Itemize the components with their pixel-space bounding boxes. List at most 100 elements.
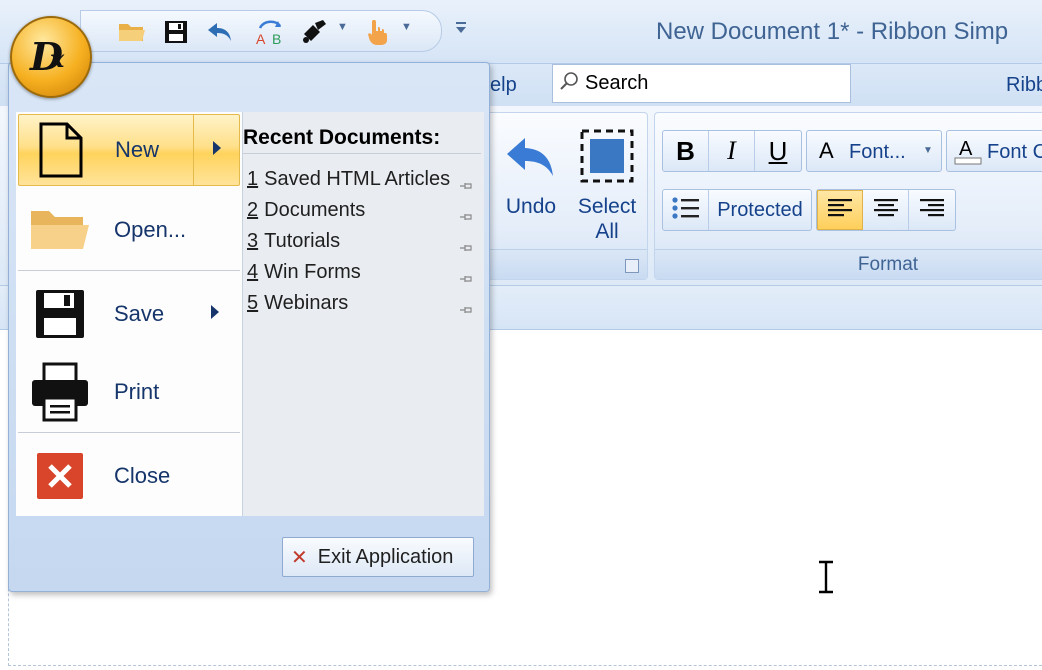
chevron-right-icon <box>212 140 222 160</box>
exit-x-icon: ✕ <box>291 546 308 569</box>
alignment-box <box>816 189 956 231</box>
application-button[interactable]: D x <box>10 16 92 98</box>
text-cursor-icon <box>816 560 836 594</box>
print-icon <box>18 362 102 422</box>
customize-qat-icon[interactable] <box>454 20 470 38</box>
font-label: Font... <box>849 141 906 163</box>
bullets-button[interactable] <box>663 190 709 230</box>
svg-text:A: A <box>959 138 973 160</box>
paint-dropdown-icon[interactable]: ▼ <box>337 21 348 33</box>
edit-group-footer <box>484 249 647 279</box>
spell-check-icon[interactable]: AB <box>253 17 289 47</box>
paint-icon[interactable] <box>299 17 329 47</box>
menu-item-new-label: New <box>115 137 160 162</box>
recent-item-name: Documents <box>264 198 366 221</box>
recent-item-number: 3 <box>247 229 259 252</box>
select-all-icon <box>572 128 642 186</box>
recent-item-number: 1 <box>247 167 259 190</box>
menu-item-save-label: Save <box>114 301 165 326</box>
italic-label: I <box>727 136 736 165</box>
touch-dropdown-icon[interactable]: ▼ <box>401 21 412 33</box>
tab-help[interactable]: elp <box>490 74 517 97</box>
save-icon <box>18 288 102 340</box>
svg-text:B: B <box>272 31 281 46</box>
font-color-label: Font C <box>987 141 1042 163</box>
search-input[interactable] <box>585 72 835 95</box>
font-style-box: B I U <box>662 130 802 172</box>
font-color-button[interactable]: A Font C <box>946 130 1042 172</box>
recent-item-number: 2 <box>247 198 259 221</box>
pin-icon[interactable] <box>459 174 473 197</box>
select-all-label-2: All <box>595 220 619 243</box>
touch-hand-icon[interactable] <box>363 17 393 47</box>
protected-label: Protected <box>717 198 803 221</box>
underline-button[interactable]: U <box>755 131 801 171</box>
align-right-button[interactable] <box>909 190 955 230</box>
save-icon[interactable] <box>161 17 191 47</box>
protected-box: Protected <box>662 189 812 231</box>
menu-item-open[interactable]: Open... <box>18 192 240 268</box>
align-center-button[interactable] <box>863 190 909 230</box>
format-group-footer: Format <box>655 249 1042 279</box>
recent-item-name: Win Forms <box>264 260 361 283</box>
select-all-button[interactable]: Select All <box>572 128 642 244</box>
dialog-launcher-icon[interactable] <box>625 259 639 273</box>
undo-button[interactable]: Undo <box>500 128 562 219</box>
italic-button[interactable]: I <box>709 131 755 171</box>
open-folder-icon <box>18 205 102 255</box>
open-folder-icon[interactable] <box>117 17 147 47</box>
recent-separator <box>243 153 481 154</box>
font-color-icon: A <box>953 135 983 172</box>
exit-application-label: Exit Application <box>317 545 454 568</box>
align-left-button[interactable] <box>817 190 863 230</box>
recent-item-number: 4 <box>247 260 259 283</box>
recent-documents-title: Recent Documents: <box>243 126 441 149</box>
new-document-icon <box>19 122 103 178</box>
bold-button[interactable]: B <box>663 131 709 171</box>
protected-button[interactable]: Protected <box>709 190 811 230</box>
menu-item-save[interactable]: Save <box>18 276 240 352</box>
recent-item-name: Webinars <box>264 291 349 314</box>
undo-label: Undo <box>505 195 557 218</box>
quick-access-toolbar: AB ▼ ▼ <box>80 10 442 52</box>
recent-item[interactable]: 2 Documents <box>243 195 479 225</box>
format-group-label: Format <box>857 254 919 275</box>
font-a-icon: A <box>819 138 834 163</box>
menu-item-new[interactable]: New <box>18 114 240 186</box>
recent-item[interactable]: 4 Win Forms <box>243 257 479 287</box>
menu-separator <box>18 270 240 271</box>
close-icon <box>18 452 102 500</box>
menu-item-close-label: Close <box>114 463 171 488</box>
tab-ribbon-partial[interactable]: Ribb <box>1006 74 1042 97</box>
app-logo-sub: x <box>50 44 65 73</box>
recent-item-name: Saved HTML Articles <box>264 167 451 190</box>
recent-item-number: 5 <box>247 291 259 314</box>
menu-item-print[interactable]: Print <box>18 354 240 430</box>
menu-item-print-label: Print <box>114 379 160 404</box>
font-dropdown-icon: ▼ <box>923 145 933 156</box>
pin-icon[interactable] <box>459 236 473 259</box>
menu-item-open-label: Open... <box>114 217 187 242</box>
font-dialog-button[interactable]: A Font... ▼ <box>806 130 942 172</box>
chevron-right-icon <box>210 304 220 324</box>
exit-application-button[interactable]: ✕ Exit Application <box>282 537 474 577</box>
recent-item-name: Tutorials <box>264 229 341 252</box>
recent-item[interactable]: 1 Saved HTML Articles <box>243 164 479 194</box>
align-center-icon <box>873 197 899 224</box>
undo-icon[interactable] <box>205 17 235 47</box>
pin-icon[interactable] <box>459 267 473 290</box>
align-right-icon <box>919 197 945 224</box>
recent-item[interactable]: 3 Tutorials <box>243 226 479 256</box>
undo-large-icon <box>500 128 562 180</box>
svg-text:A: A <box>256 31 266 46</box>
pin-icon[interactable] <box>459 298 473 321</box>
search-field[interactable] <box>552 64 851 103</box>
align-left-icon <box>827 197 853 224</box>
title-bar: AB ▼ ▼ New Document 1* - Ribbon Simp <box>0 0 1042 64</box>
recent-item[interactable]: 5 Webinars <box>243 288 479 318</box>
bold-label: B <box>676 135 695 166</box>
new-submenu-button[interactable] <box>193 115 239 185</box>
bullet-list-icon <box>671 195 701 226</box>
pin-icon[interactable] <box>459 205 473 228</box>
menu-item-close[interactable]: Close <box>18 438 240 514</box>
